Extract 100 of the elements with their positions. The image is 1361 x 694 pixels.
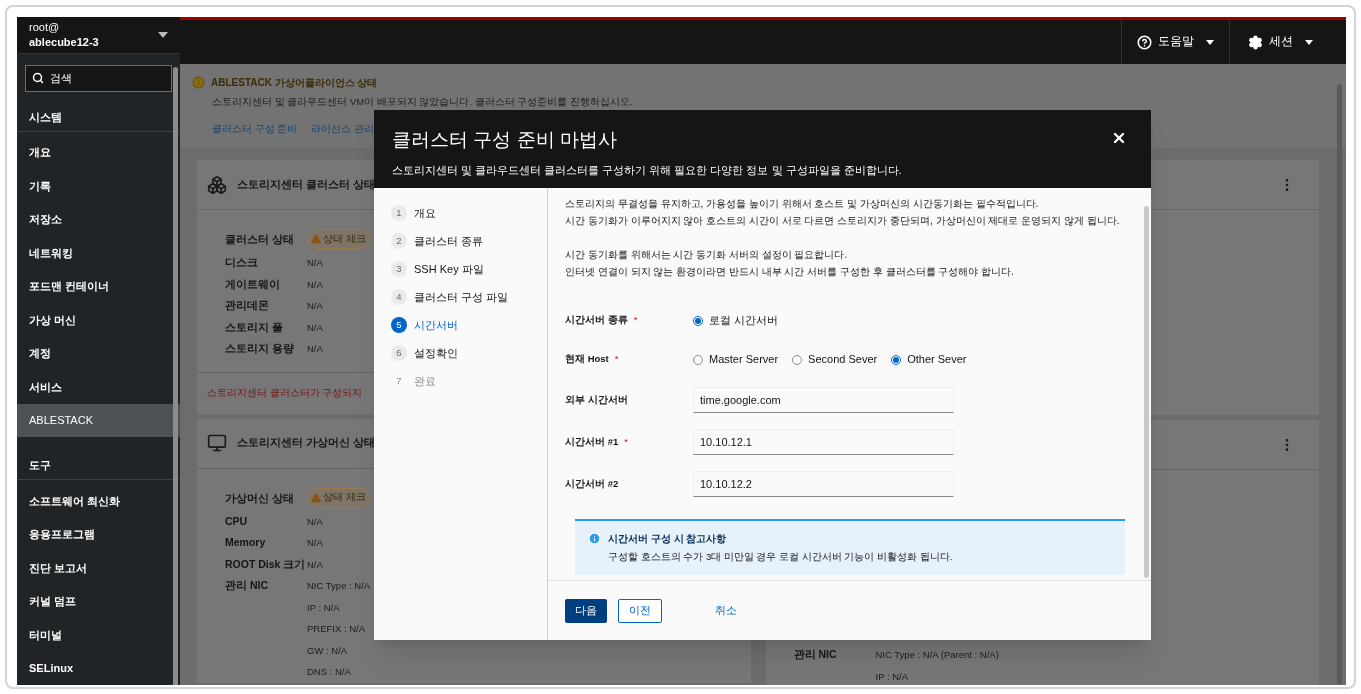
close-button[interactable] bbox=[1111, 130, 1127, 146]
row-value: PREFIX : N/A bbox=[307, 622, 367, 636]
nav-item[interactable]: 네트워킹 bbox=[17, 236, 180, 270]
dialog-subtitle: 스토리지센터 및 클라우드센터 클러스터를 구성하기 위해 필요한 다양한 정보 및 구성파일을 준비합니다. bbox=[392, 163, 903, 178]
row-label: 관리데몬 bbox=[225, 298, 270, 313]
nav-item[interactable]: 계정 bbox=[17, 336, 180, 370]
wizard-step[interactable]: 3 SSH Key 파일 bbox=[391, 260, 547, 278]
row-value: N/A bbox=[307, 277, 323, 292]
nav-item[interactable]: 가상 머신 bbox=[17, 303, 180, 337]
next-button[interactable]: 다음 bbox=[565, 598, 607, 623]
radio-icon[interactable] bbox=[891, 354, 902, 365]
warning-icon bbox=[311, 492, 321, 503]
step-number: 6 bbox=[391, 345, 407, 361]
nav-item[interactable]: 응용프로그램 bbox=[17, 517, 180, 551]
status-badge: 상태 체크 bbox=[307, 229, 370, 249]
intro-text: 스토리지의 무결성을 유지하고, 가용성을 높이기 위해서 호스트 및 가상머신의 시간동기화는 필수적입니다. bbox=[565, 197, 1039, 211]
wizard-step[interactable]: 5 시간서버 bbox=[391, 316, 547, 334]
intro-text: 인터넷 연결이 되지 않는 환경이라면 반드시 내부 시간 서버를 구성한 후 클러스터를 구성해야 합니다. bbox=[565, 265, 1014, 279]
row-value: IP : N/A bbox=[875, 669, 910, 684]
field-label: 시간서버 #1 bbox=[565, 434, 619, 449]
nav-item[interactable]: 소프트웨어 최신화 bbox=[17, 484, 180, 518]
nav-item[interactable]: 커널 덤프 bbox=[17, 584, 180, 618]
scrollbar[interactable] bbox=[173, 67, 178, 685]
radio-icon[interactable] bbox=[693, 315, 703, 326]
input-field[interactable]: 10.10.12.1 bbox=[693, 429, 954, 455]
nav-item[interactable]: 터미널 bbox=[17, 618, 180, 652]
nav-item[interactable]: 포드맨 컨테이너 bbox=[17, 269, 180, 303]
row-label: 스토리지 용량 bbox=[225, 341, 295, 356]
row-value: N/A bbox=[307, 256, 323, 270]
row-label: CPU bbox=[225, 513, 249, 529]
step-number: 3 bbox=[391, 261, 407, 277]
scrollbar[interactable] bbox=[1144, 206, 1149, 578]
user-label: root@ bbox=[29, 19, 61, 35]
field-label: 외부 시간서버 bbox=[565, 392, 628, 407]
field-label: 현재 Host bbox=[565, 352, 609, 367]
radio-option[interactable]: 로컬 시간서버 bbox=[693, 312, 779, 329]
alert-message: 스토리지센터 및 클라우드센터 VM이 배포되지 않았습니다. 클러스터 구성준비를 진행하십시오. bbox=[211, 95, 634, 109]
host-switcher[interactable]: root@ ablecube12-3 bbox=[17, 17, 180, 54]
intro-text: 시간 동기화가 이루어지지 않아 호스트의 시간이 서로 다르면 스토리지가 중단되며, 가상머신이 제대로 운영되지 않게 됩니다. bbox=[565, 214, 1120, 228]
alert-title: ABLESTACK 가상어플라이언스 상태 bbox=[211, 76, 378, 90]
search-field[interactable]: 검색 bbox=[25, 64, 172, 92]
search-icon bbox=[32, 71, 44, 84]
radio-option[interactable]: Other Sever bbox=[891, 351, 967, 368]
row-value: DNS : N/A bbox=[307, 665, 352, 679]
info-icon bbox=[192, 76, 205, 89]
row-label: 관리 NIC bbox=[793, 647, 838, 662]
nav-item[interactable]: SELinux bbox=[17, 651, 180, 685]
monitor-icon bbox=[207, 433, 227, 453]
help-icon bbox=[1137, 34, 1152, 50]
section-title: 시스템 bbox=[29, 109, 62, 125]
nav-item[interactable]: 개요 bbox=[17, 135, 180, 169]
required-asterisk: * bbox=[633, 313, 638, 328]
row-value: N/A bbox=[307, 299, 323, 313]
input-field[interactable]: 10.10.12.2 bbox=[693, 471, 954, 497]
intro-text: 시간 동기화를 위해서는 시간 동기화 서버의 설정이 필요합니다. bbox=[565, 248, 848, 262]
row-label: 스토리지 풀 bbox=[225, 319, 284, 335]
row-value: N/A bbox=[307, 557, 323, 572]
dialog-title: 클러스터 구성 준비 마법사 bbox=[392, 128, 617, 152]
row-label: Memory bbox=[225, 535, 267, 550]
nav-item[interactable]: 서비스 bbox=[17, 370, 180, 404]
row-value: NIC Type : N/A (Parent : N/A) bbox=[875, 648, 999, 662]
wizard-step[interactable]: 2 클러스터 종류 bbox=[391, 232, 547, 250]
wizard-step[interactable]: 1 개요 bbox=[391, 204, 547, 222]
row-value: N/A bbox=[307, 514, 323, 529]
card-title: 스토리지센터 가상머신 상태 bbox=[237, 435, 375, 451]
nav-item[interactable]: 진단 보고서 bbox=[17, 551, 180, 585]
nav-item[interactable]: 기록 bbox=[17, 169, 180, 203]
input-field[interactable]: time.google.com bbox=[693, 387, 954, 413]
row-value: N/A bbox=[307, 320, 323, 335]
row-label: 디스크 bbox=[225, 255, 259, 270]
settings-icon bbox=[1248, 34, 1263, 50]
info-icon bbox=[588, 532, 601, 545]
warning-icon bbox=[311, 234, 321, 244]
step-number: 2 bbox=[391, 233, 407, 249]
row-label: 클러스터 상태 bbox=[225, 232, 295, 247]
section-title: 도구 bbox=[29, 458, 51, 474]
row-value: IP : N/A bbox=[307, 600, 341, 615]
back-button[interactable]: 이전 bbox=[618, 598, 662, 623]
row-label: ROOT Disk 크기 bbox=[225, 556, 307, 572]
nav-item[interactable]: 저장소 bbox=[17, 202, 180, 236]
radio-icon[interactable] bbox=[693, 354, 703, 365]
radio-option[interactable]: Second Sever bbox=[792, 351, 878, 368]
step-number: 7 bbox=[395, 373, 403, 388]
step-number: 5 bbox=[391, 317, 407, 333]
nav-item[interactable]: ABLESTACK bbox=[17, 403, 180, 437]
row-label: 관리 NIC bbox=[225, 578, 269, 593]
caret-icon bbox=[1206, 39, 1214, 45]
radio-icon[interactable] bbox=[792, 354, 803, 365]
required-asterisk: * bbox=[624, 434, 628, 449]
field-label: 시간서버 종류 bbox=[565, 313, 628, 328]
wizard-step[interactable]: 4 클러스터 구성 파일 bbox=[391, 288, 547, 306]
step-number: 1 bbox=[391, 205, 407, 221]
radio-option[interactable]: Master Server bbox=[693, 351, 779, 368]
wizard-step[interactable]: 6 설정확인 bbox=[391, 344, 547, 362]
error-message: 스토리지센터 클러스터가 구성되지 bbox=[207, 385, 363, 400]
row-value: N/A bbox=[307, 342, 323, 356]
scrollbar[interactable] bbox=[1337, 84, 1342, 684]
row-value: GW : N/A bbox=[307, 643, 349, 658]
cancel-link[interactable]: 취소 bbox=[705, 598, 747, 623]
status-badge: 상태 체크 bbox=[307, 487, 370, 508]
